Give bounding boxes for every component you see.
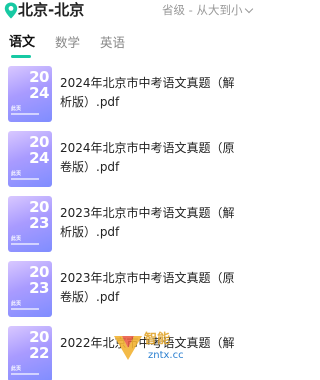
list-item[interactable]: 20 23 此页 2023年北京市中考语文真题（原卷版）.pdf [0,261,253,317]
document-thumbnail: 20 23 此页 [8,196,52,252]
document-title: 2023年北京市中考语文真题（原卷版）.pdf [60,271,235,304]
list-item[interactable]: 20 24 此页 2024年北京市中考语文真题（原卷版）.pdf [0,131,253,187]
sort-select[interactable]: 省级 - 从大到小 [162,2,254,18]
subject-tabs: 语文 数学 英语 [0,34,253,62]
document-thumbnail: 20 23 此页 [8,261,52,317]
list-item[interactable]: 20 24 此页 2024年北京市中考语文真题（解析版）.pdf [0,66,253,122]
active-tab-indicator [11,55,31,58]
location-pin-icon [4,2,18,19]
watermark-logo-icon [114,336,142,360]
watermark-url: zntx.cc [148,350,184,361]
document-title: 2024年北京市中考语文真题（原卷版）.pdf [60,141,235,174]
watermark: 智能 zntx.cc [110,326,250,370]
document-thumbnail: 20 24 此页 [8,66,52,122]
tab-math[interactable]: 数学 [55,34,80,52]
tab-english[interactable]: 英语 [100,34,125,52]
document-title: 2023年北京市中考语文真题（解析版）.pdf [60,206,235,239]
region-title[interactable]: 北京-北京 [18,0,84,20]
list-item[interactable]: 20 23 此页 2023年北京市中考语文真题（解析版）.pdf [0,196,253,252]
document-thumbnail: 20 24 此页 [8,131,52,187]
sort-label: 省级 - 从大到小 [162,3,243,17]
watermark-text: 智能 [144,332,171,347]
document-thumbnail: 20 22 此页 [8,326,52,380]
document-title: 2024年北京市中考语文真题（解析版）.pdf [60,76,235,109]
tab-chinese[interactable]: 语文 [9,34,35,52]
header: 北京-北京 省级 - 从大到小 [0,0,254,24]
chevron-down-icon [245,4,254,14]
